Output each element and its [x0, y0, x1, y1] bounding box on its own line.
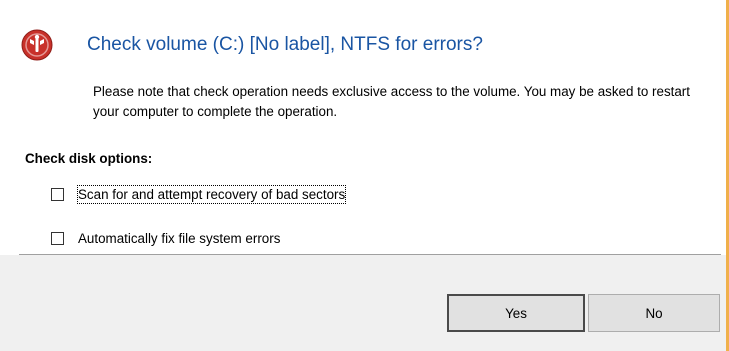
options-heading: Check disk options:: [25, 151, 153, 166]
bad-sectors-label[interactable]: Scan for and attempt recovery of bad sec…: [76, 184, 347, 204]
yes-button[interactable]: Yes: [447, 294, 585, 332]
option-fix-errors[interactable]: Automatically fix file system errors: [51, 228, 280, 248]
dialog-title: Check volume (C:) [No label], NTFS for e…: [87, 34, 483, 55]
option-bad-sectors[interactable]: Scan for and attempt recovery of bad sec…: [51, 184, 347, 204]
note-text: Please note that check operation needs e…: [93, 84, 690, 119]
bad-sectors-checkbox[interactable]: [51, 187, 64, 201]
fix-errors-label[interactable]: Automatically fix file system errors: [78, 230, 280, 247]
app-icon: [21, 29, 53, 61]
no-button[interactable]: No: [588, 294, 720, 332]
fix-errors-checkbox[interactable]: [51, 231, 64, 245]
